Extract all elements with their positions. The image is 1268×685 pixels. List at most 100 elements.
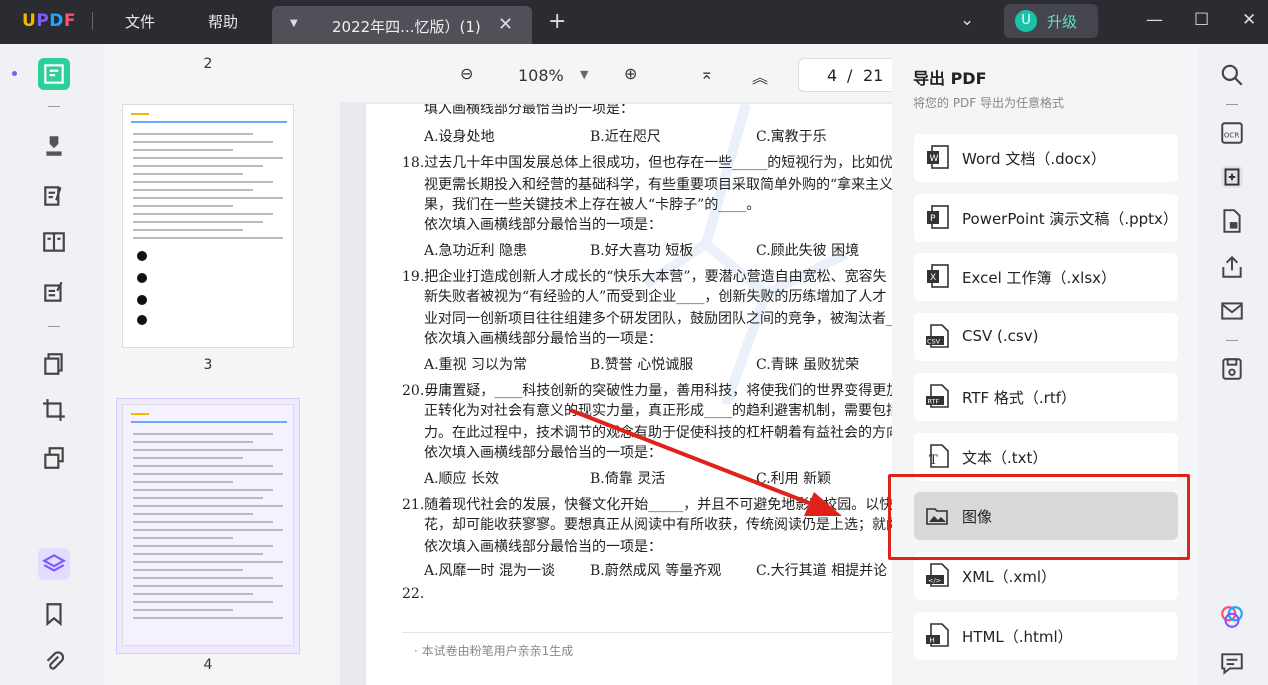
doc-line: A.急功近利 隐患: [424, 243, 528, 259]
word-icon: W: [927, 145, 949, 169]
comment-icon[interactable]: [1219, 650, 1245, 676]
export-panel-subtitle: 将您的 PDF 导出为任意格式: [913, 96, 1065, 110]
tab-close-icon[interactable]: ✕: [498, 14, 513, 35]
doc-line: A.顺应 长效: [424, 471, 500, 487]
footer-divider: [402, 632, 892, 633]
title-bar: UPDF 文件 帮助 ▼ 2022年四...忆版）(1) ✕ + ⌄ U 升级 …: [0, 0, 1268, 44]
convert-icon[interactable]: [1219, 164, 1245, 190]
export-html-button[interactable]: H HTML（.html）: [914, 612, 1178, 660]
excel-icon: X: [927, 264, 949, 288]
svg-text:H: H: [930, 637, 935, 645]
doc-line: A.重视 习以为常: [424, 357, 528, 373]
doc-line: 果，我们在一些关键技术上存在被人“卡脖子”的____。: [424, 197, 761, 213]
powerpoint-icon: P: [927, 205, 949, 229]
page-number-input[interactable]: 4 / 21: [798, 58, 898, 92]
ai-assistant-icon[interactable]: [1219, 604, 1245, 630]
doc-line: 依次填入画横线部分最恰当的一项是：: [424, 331, 662, 347]
text-icon: T: [929, 444, 949, 468]
maximize-icon[interactable]: ☐: [1194, 10, 1209, 30]
crop-icon[interactable]: [38, 394, 70, 426]
export-powerpoint-button[interactable]: P PowerPoint 演示文稿（.pptx）: [914, 194, 1178, 242]
zoom-dropdown-icon[interactable]: ▼: [580, 68, 588, 81]
export-csv-button[interactable]: CSV CSV (.csv): [914, 313, 1178, 361]
svg-text:T: T: [929, 453, 938, 468]
layers-icon[interactable]: [38, 548, 70, 580]
export-rtf-button[interactable]: RTF RTF 格式（.rtf）: [914, 373, 1178, 421]
export-option-label: PowerPoint 演示文稿（.pptx）: [962, 210, 1178, 228]
save-icon[interactable]: [1219, 356, 1245, 382]
page-total: 21: [863, 66, 884, 85]
doc-line: 20.毋庸置疑，____科技创新的突破性力量，善用科技，将使我们的世界变得更加美: [402, 383, 892, 399]
organize-pages-icon[interactable]: [38, 348, 70, 380]
first-page-icon[interactable]: ⌅: [700, 64, 713, 83]
share-icon[interactable]: [1219, 254, 1245, 280]
annotation-highlight-box: [888, 474, 1190, 560]
document-tab[interactable]: ▼ 2022年四...忆版）(1) ✕: [272, 6, 532, 44]
chevron-down-icon[interactable]: ⌄: [960, 10, 974, 30]
doc-line: B.蔚然成风 等量齐观: [590, 563, 722, 579]
avatar: U: [1015, 10, 1037, 32]
toolbar-separator: [1226, 104, 1238, 105]
export-option-label: RTF 格式（.rtf）: [962, 389, 1076, 407]
annotation-arrow: [569, 408, 842, 516]
protect-icon[interactable]: [1219, 208, 1245, 234]
menu-help[interactable]: 帮助: [208, 11, 238, 32]
tab-dropdown-icon[interactable]: ▼: [290, 18, 298, 29]
bookmark-icon[interactable]: [38, 598, 70, 630]
highlighter-icon[interactable]: [38, 130, 70, 162]
export-option-label: 文本（.txt）: [962, 449, 1048, 467]
rtf-icon: RTF: [926, 384, 949, 408]
reader-mode-icon[interactable]: [38, 58, 70, 90]
svg-text:CSV: CSV: [927, 338, 941, 346]
doc-line: 新失败者被视为“有经验的人”而受到企业____，创新失败的历练增加了人才: [424, 289, 887, 305]
attachment-icon[interactable]: [38, 646, 70, 678]
ocr-icon[interactable]: OCR: [1219, 120, 1245, 146]
search-icon[interactable]: [1219, 62, 1245, 88]
thumb-page-label: 4: [203, 657, 213, 673]
zoom-in-icon[interactable]: ⊕: [624, 64, 637, 83]
doc-line: B.赞誉 心悦诚服: [590, 357, 694, 373]
upgrade-label: 升级: [1047, 13, 1078, 31]
upgrade-button[interactable]: U 升级: [1004, 4, 1098, 38]
doc-line: 填入画横线部分最恰当的一项是：: [424, 104, 634, 117]
menu-file[interactable]: 文件: [125, 11, 155, 32]
doc-line: A.风靡一时 混为一谈: [424, 563, 556, 579]
export-panel-title: 导出 PDF: [913, 69, 987, 88]
toolbar-separator: [48, 326, 60, 327]
doc-line: A.设身处地: [424, 129, 495, 145]
doc-line: 业对同一创新项目往往组建多个研发团队，鼓励团队之间的竞争，被淘汰者__: [424, 311, 892, 327]
pdf-page: 填入画横线部分最恰当的一项是： A.设身处地 B.近在咫尺 C.寓教于乐 18.…: [366, 104, 892, 685]
xml-icon: </>: [926, 563, 949, 587]
updf-logo: UPDF: [22, 11, 77, 31]
doc-line: 19.把企业打造成创新人才成长的“快乐大本营”，要潜心营造自由宽松、宽容失: [402, 269, 887, 285]
page-view-icon[interactable]: [38, 226, 70, 258]
svg-text:P: P: [930, 214, 936, 224]
zoom-level[interactable]: 108%: [518, 66, 564, 85]
svg-text:RTF: RTF: [928, 398, 940, 406]
doc-line: C.寓教于乐: [756, 129, 827, 145]
doc-line: 依次填入画横线部分最恰当的一项是：: [424, 539, 662, 555]
zoom-out-icon[interactable]: ⊖: [460, 64, 473, 83]
svg-text:X: X: [930, 273, 936, 283]
export-excel-button[interactable]: X Excel 工作簿（.xlsx）: [914, 253, 1178, 301]
previous-page-icon[interactable]: ︽: [752, 64, 768, 88]
edit-text-icon[interactable]: [38, 180, 70, 212]
doc-line: B.好大喜功 短板: [590, 243, 694, 259]
thumbnail-page-4[interactable]: [122, 404, 294, 646]
close-window-icon[interactable]: ✕: [1242, 10, 1256, 30]
new-tab-icon[interactable]: +: [548, 9, 566, 34]
email-icon[interactable]: [1219, 298, 1245, 324]
minimize-icon[interactable]: —: [1146, 10, 1163, 30]
export-word-button[interactable]: W Word 文档（.docx）: [914, 134, 1178, 182]
compare-icon[interactable]: [38, 442, 70, 474]
page-current: 4: [827, 66, 838, 85]
export-option-label: HTML（.html）: [962, 628, 1073, 646]
doc-line: 22.: [402, 586, 425, 602]
active-indicator: [12, 71, 17, 76]
html-icon: H: [926, 623, 949, 647]
form-edit-icon[interactable]: [38, 276, 70, 308]
doc-line: 视更需长期投入和经营的基础科学，有些重要项目采取简单外购的“拿来主义: [424, 177, 892, 193]
thumbnail-page-3[interactable]: [122, 104, 294, 348]
title-separator: [92, 12, 93, 30]
doc-line: B.近在咫尺: [590, 129, 661, 145]
